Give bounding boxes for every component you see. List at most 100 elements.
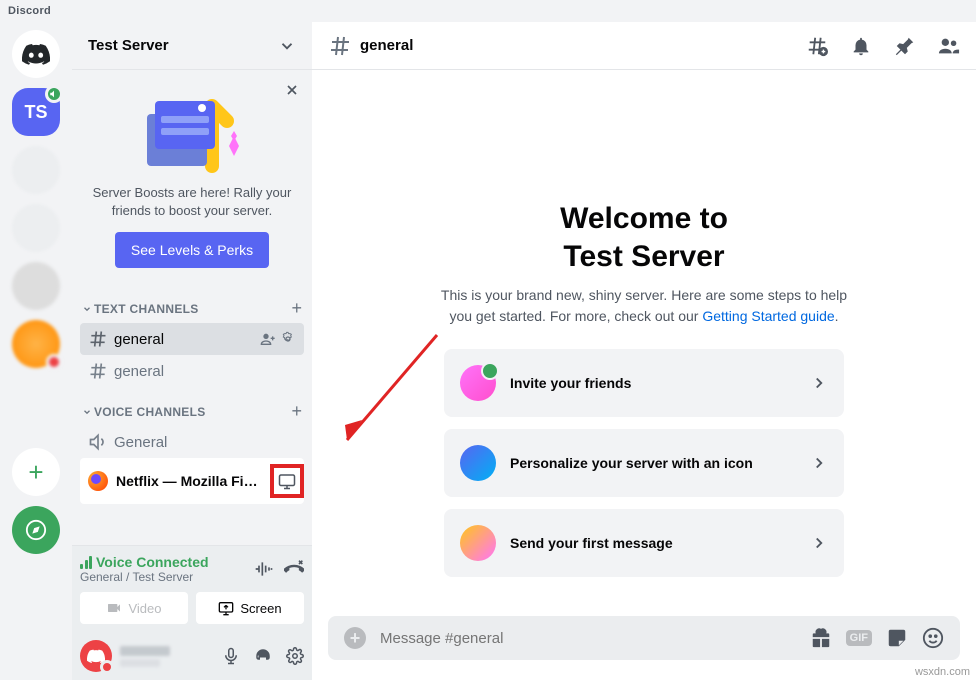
emoji-icon[interactable] [922,627,944,649]
server-boost-card: Server Boosts are here! Rally your frien… [72,70,312,284]
disconnect-icon[interactable] [284,559,304,579]
user-avatar[interactable] [80,640,112,672]
voice-connected-label[interactable]: Voice Connected [80,554,209,570]
user-info[interactable] [120,646,214,667]
send-icon [460,525,496,561]
channel-general-2[interactable]: general [80,355,304,387]
main-content: general Welcome toTest Server This is yo… [312,0,976,680]
welcome-section: Welcome toTest Server This is your brand… [312,70,976,616]
video-button[interactable]: Video [80,592,188,624]
gift-icon[interactable] [810,627,832,649]
screen-icon [278,472,296,490]
watch-stream-button[interactable] [270,464,304,498]
title-bar: Discord [0,0,976,22]
card-label: Personalize your server with an icon [510,455,796,471]
settings-button[interactable] [286,647,304,665]
sticker-icon[interactable] [886,627,908,649]
app-container: TS + Test Server [0,0,976,680]
invite-friends-card[interactable]: Invite your friends [444,349,844,417]
video-icon [106,600,122,616]
personalize-icon [460,445,496,481]
personalize-server-card[interactable]: Personalize your server with an icon [444,429,844,497]
message-input-bar: + GIF [328,616,960,660]
deafen-button[interactable] [254,647,272,665]
chevron-down-icon [82,304,92,314]
screen-share-activity-row[interactable]: Netflix — Mozilla Firefox [80,458,304,504]
server-rail: TS + [0,0,72,680]
threads-icon[interactable] [806,35,828,57]
firefox-icon [88,471,108,491]
message-input[interactable] [380,630,796,647]
voice-indicator-icon [45,85,63,103]
voice-channels-category[interactable]: VOICE CHANNELS + [80,387,304,426]
hash-icon [88,361,108,381]
invite-icon [460,365,496,401]
card-label: Invite your friends [510,375,796,391]
notifications-icon[interactable] [850,35,872,57]
see-levels-perks-button[interactable]: See Levels & Perks [115,232,269,268]
channel-title: general [360,37,806,54]
watermark: wsxdn.com [915,666,970,678]
server-icon-blurred[interactable] [12,204,60,252]
header-actions [806,35,960,57]
channel-sidebar: Test Server Server Boosts are here! Rall… [72,0,312,680]
text-channels-category[interactable]: TEXT CHANNELS + [80,284,304,323]
server-initials: TS [24,102,47,123]
screen-share-button[interactable]: Screen [196,592,304,624]
chevron-right-icon [810,454,828,472]
annotation-arrow [327,325,447,455]
hash-icon [88,329,108,349]
chevron-down-icon [278,37,296,55]
server-icon-blurred[interactable] [12,146,60,194]
screen-icon [218,600,234,616]
boost-illustration [88,86,296,176]
discord-logo-icon [22,43,50,65]
voice-channel-path: General / Test Server [80,570,209,584]
welcome-description: This is your brand new, shiny server. He… [434,285,854,327]
invite-people-icon[interactable] [260,331,276,347]
username-blurred [120,646,170,656]
add-server-button[interactable]: + [12,448,60,496]
channel-general[interactable]: general [80,323,304,355]
voice-channel-general[interactable]: General [80,426,304,458]
channel-name: general [114,331,254,348]
welcome-heading: Welcome toTest Server [560,200,728,275]
chevron-right-icon [810,374,828,392]
category-label: VOICE CHANNELS [94,405,206,419]
gear-icon[interactable] [280,331,296,347]
server-icon-test-server[interactable]: TS [12,88,60,136]
noise-suppression-icon[interactable] [254,559,274,579]
add-voice-channel-button[interactable]: + [291,401,302,422]
gif-button[interactable]: GIF [846,630,872,646]
signal-icon [80,556,92,569]
hash-icon [328,34,352,58]
send-message-card[interactable]: Send your first message [444,509,844,577]
server-icon-blurred[interactable] [12,320,60,368]
pinned-icon[interactable] [894,35,916,57]
discord-home-button[interactable] [12,30,60,78]
server-icon-blurred[interactable] [12,262,60,310]
welcome-cards: Invite your friends Personalize your ser… [444,349,844,577]
status-dnd-icon [100,660,114,674]
mute-mic-button[interactable] [222,647,240,665]
channel-name: General [114,434,296,451]
compass-icon [25,519,47,541]
card-label: Send your first message [510,535,796,551]
server-header[interactable]: Test Server [72,22,312,70]
chevron-right-icon [810,534,828,552]
add-attachment-button[interactable]: + [344,627,366,649]
notification-dot [46,354,62,370]
server-name-label: Test Server [88,37,169,54]
channels-list: TEXT CHANNELS + general general VOIC [72,284,312,545]
members-icon[interactable] [938,35,960,57]
user-tag-blurred [120,659,160,667]
explore-servers-button[interactable] [12,506,60,554]
category-label: TEXT CHANNELS [94,302,199,316]
voice-status-panel: Voice Connected General / Test Server Vi… [72,545,312,632]
speaker-icon [88,432,108,452]
add-text-channel-button[interactable]: + [291,298,302,319]
channel-header: general [312,22,976,70]
getting-started-link[interactable]: Getting Started guide [702,308,834,324]
activity-title: Netflix — Mozilla Firefox [116,473,262,489]
channel-name: general [114,363,296,380]
